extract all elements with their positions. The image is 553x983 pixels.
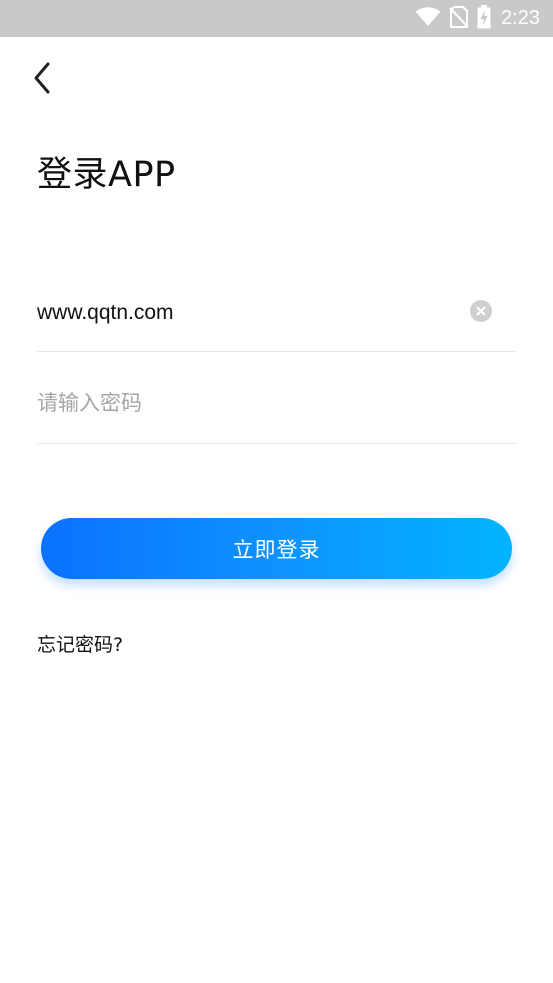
login-button[interactable]: 立即登录 xyxy=(41,518,512,579)
username-input[interactable] xyxy=(37,293,457,333)
no-sim-icon xyxy=(449,5,469,32)
password-field xyxy=(37,373,516,444)
wifi-icon xyxy=(415,6,441,31)
username-field xyxy=(37,281,516,352)
page-title: 登录APP xyxy=(37,155,176,195)
battery-charging-icon xyxy=(477,4,491,33)
clear-button[interactable] xyxy=(470,300,492,322)
chevron-left-icon xyxy=(31,61,53,99)
status-icons: 2:23 xyxy=(415,0,540,37)
clear-icon xyxy=(470,306,492,326)
back-button[interactable] xyxy=(24,62,60,98)
status-bar: 2:23 xyxy=(0,0,553,37)
password-input[interactable] xyxy=(37,383,457,423)
forgot-password-link[interactable]: 忘记密码? xyxy=(37,630,123,657)
status-time: 2:23 xyxy=(501,7,540,29)
